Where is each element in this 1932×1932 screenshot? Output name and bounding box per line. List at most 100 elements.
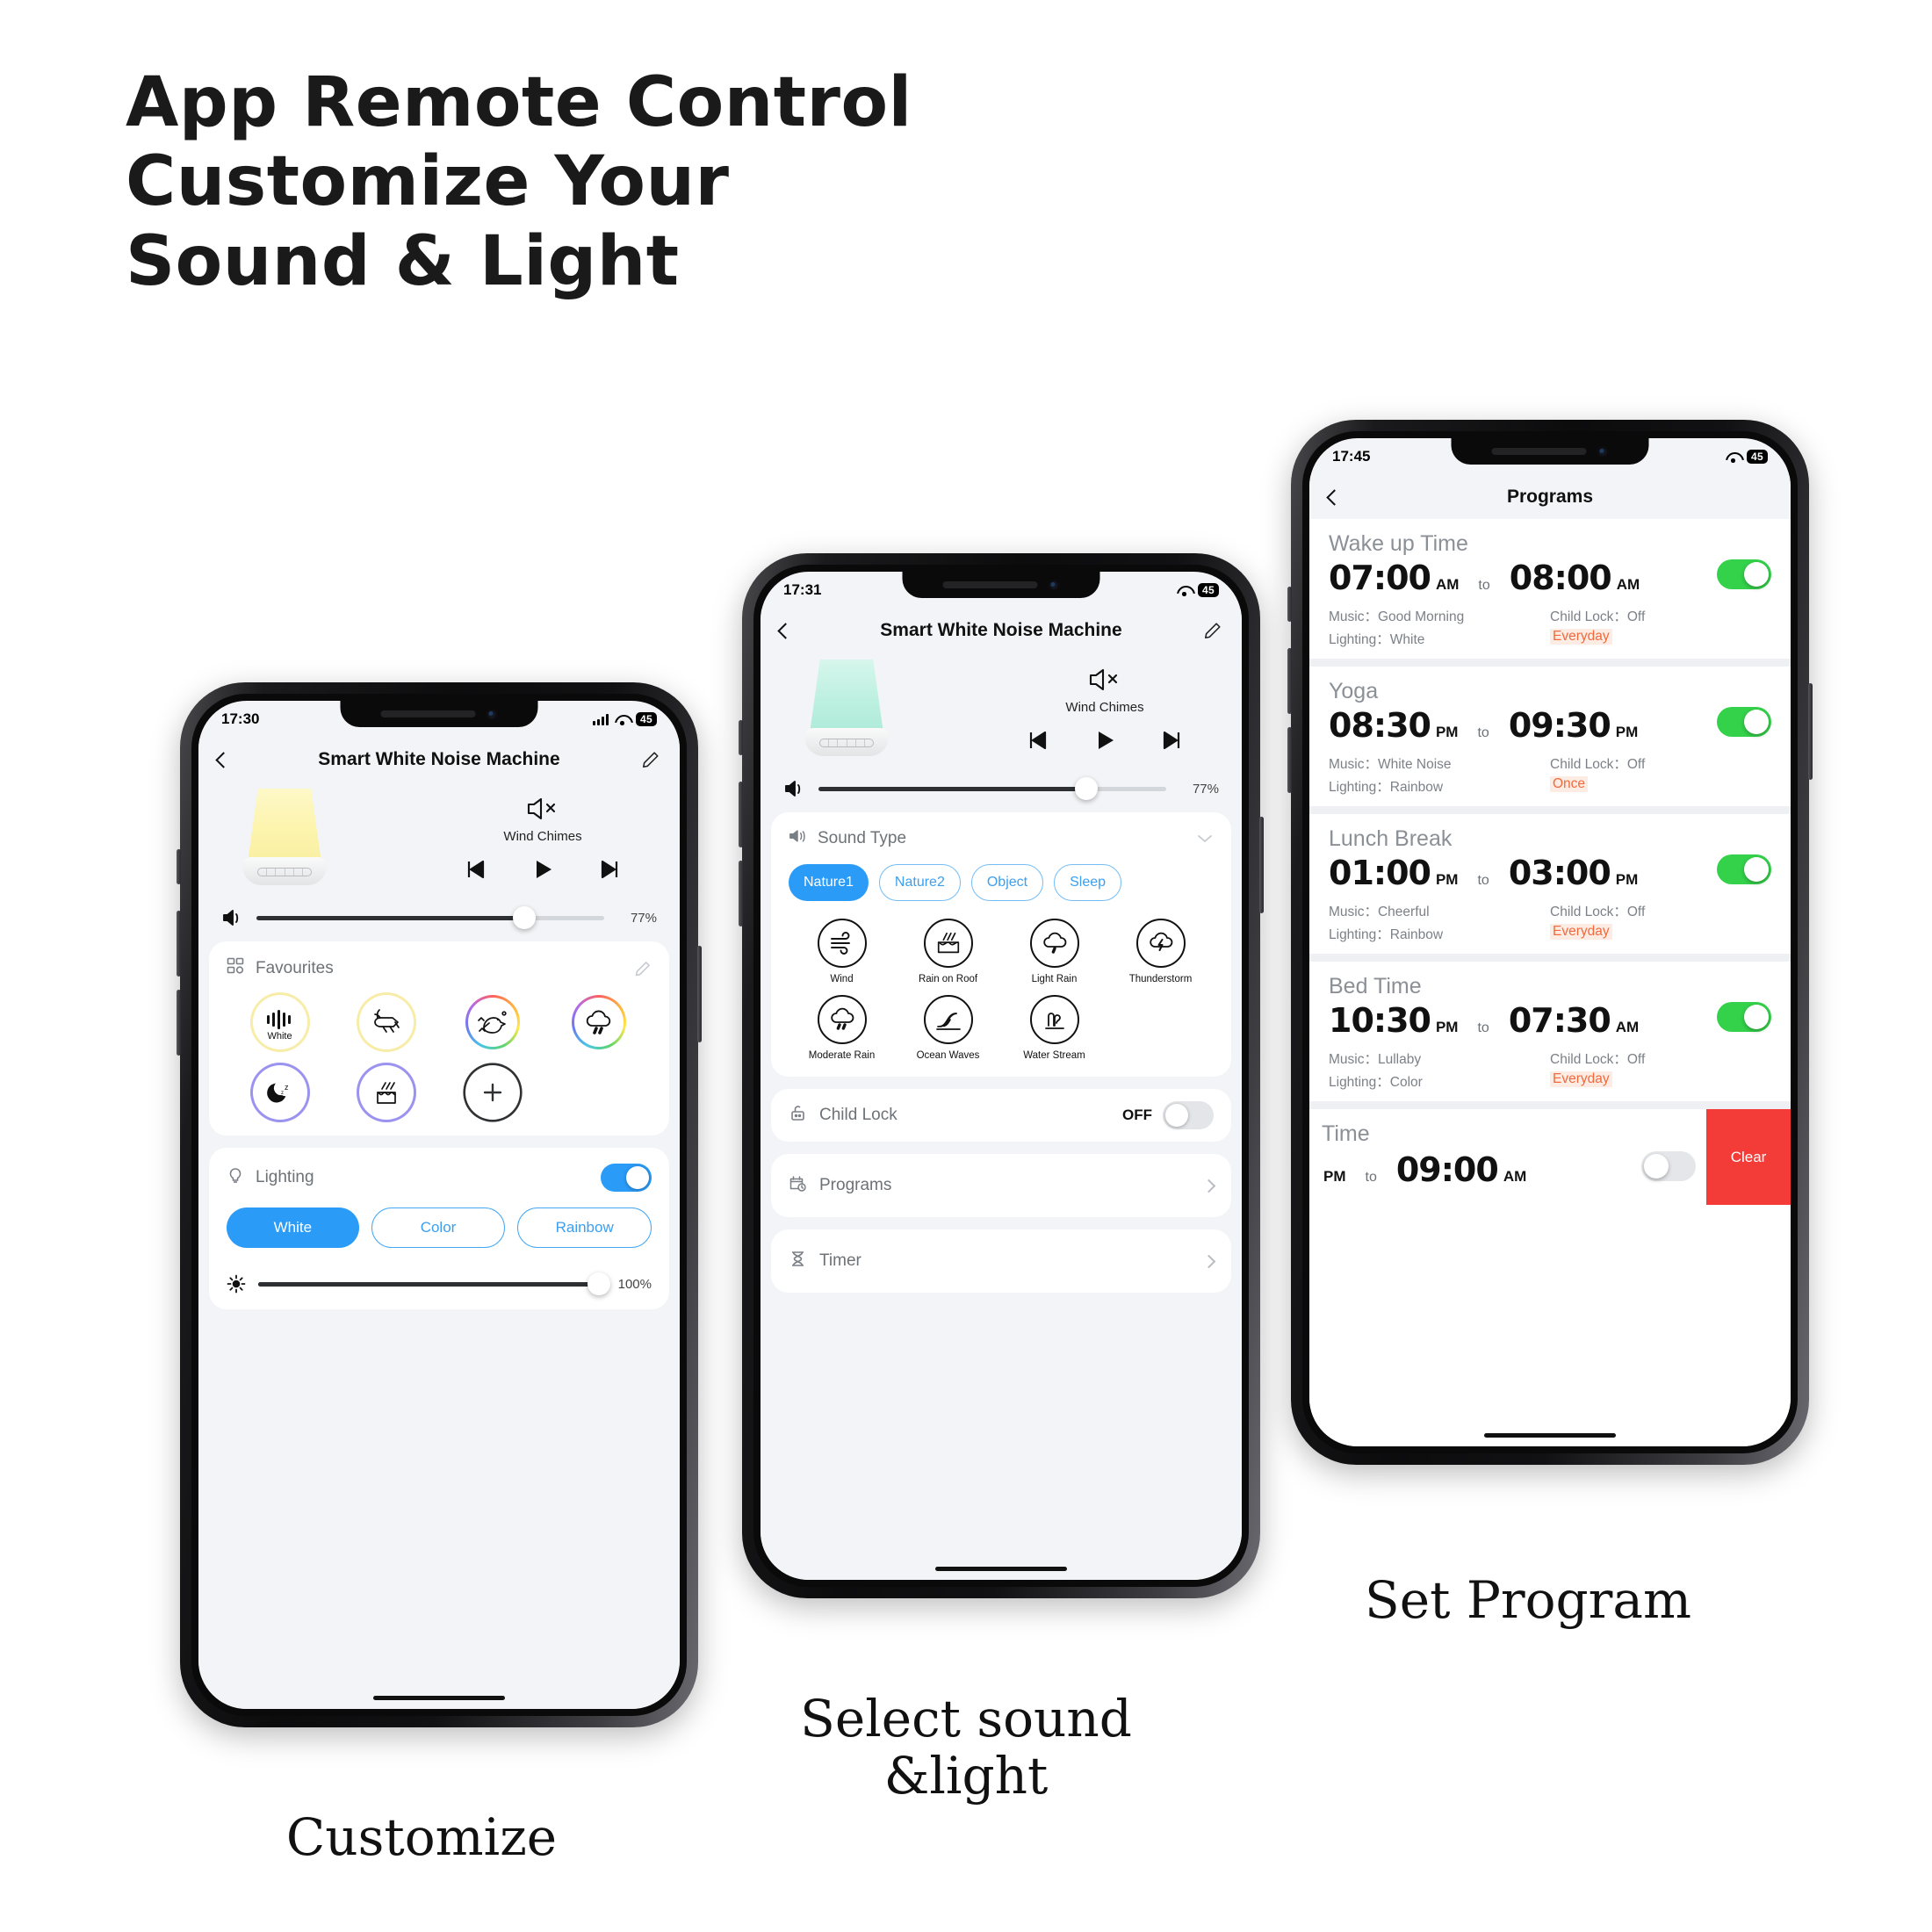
program-end-time[interactable]: 08:00 [1510,559,1612,597]
tab-nature2[interactable]: Nature2 [878,864,961,901]
caption-select-sound-light: Select sound &light [755,1690,1177,1805]
home-indicator [373,1696,505,1700]
pencil-icon[interactable] [641,750,660,769]
program-child-lock: Child Lock：Off [1550,757,1646,772]
sound-label: Thunderstorm [1128,974,1193,984]
program-toggle[interactable] [1717,854,1771,884]
play-icon[interactable] [1092,727,1118,753]
program-end-time[interactable]: 09:30 [1509,706,1611,745]
brightness-slider[interactable] [258,1272,610,1295]
svg-text:z: z [285,1083,289,1092]
program-repeat: Everyday [1550,924,1612,940]
program-toggle[interactable] [1717,1002,1771,1032]
program-name: Wake up Time [1329,531,1468,556]
phone1-player: Wind Chimes 77% [198,782,680,941]
moderate-rain-icon [817,995,867,1044]
lighting-mode-white[interactable]: White [227,1208,359,1248]
tab-sleep[interactable]: Sleep [1054,864,1122,901]
next-track-icon[interactable] [596,856,623,883]
sound-option-water-stream[interactable]: Water Stream [1001,995,1107,1061]
program-row-swiped[interactable]: Time PM to 09:00 AM Clear [1309,1101,1791,1205]
tab-nature1[interactable]: Nature1 [789,864,869,901]
sound-option-rain-on-roof[interactable]: Rain on Roof [895,919,1001,984]
phone3-volume-up [1287,648,1292,714]
lighting-toggle[interactable] [601,1164,652,1192]
calendar-clock-icon [789,1174,807,1197]
program-music: Music：Lullaby [1329,1052,1422,1067]
back-chevron-icon[interactable] [1326,488,1343,506]
lighting-mode-color[interactable]: Color [371,1208,506,1248]
program-end-time[interactable]: 03:00 [1509,854,1611,892]
child-lock-toggle[interactable] [1163,1101,1214,1129]
sound-option-wind[interactable]: Wind [789,919,895,984]
favourites-edit-icon[interactable] [634,960,652,977]
previous-track-icon[interactable] [1025,727,1051,753]
program-end-time[interactable]: 09:00 [1396,1150,1499,1189]
program-repeat: Everyday [1550,629,1612,645]
sound-option-ocean-waves[interactable]: Ocean Waves [895,995,1001,1061]
night-light-device-image [237,787,332,889]
play-icon[interactable] [530,856,556,883]
program-start-time[interactable]: 01:00 [1329,854,1431,892]
volume-slider[interactable] [818,777,1166,800]
speaker-mute-icon[interactable] [524,794,561,824]
tab-object[interactable]: Object [970,864,1044,901]
lighting-mode-rainbow[interactable]: Rainbow [517,1208,652,1248]
program-start-time[interactable]: 07:00 [1329,559,1431,597]
sound-option-thunderstorm[interactable]: Thunderstorm [1107,919,1214,984]
favourite-sleep[interactable]: z z [253,1065,307,1120]
program-lighting: Lighting：Rainbow [1329,780,1444,795]
back-chevron-icon[interactable] [777,622,794,639]
program-toggle[interactable] [1717,559,1771,589]
program-start-time[interactable]: 10:30 [1329,1001,1431,1040]
program-end-time[interactable]: 07:30 [1509,1001,1611,1040]
programs-label: Programs [819,1176,892,1194]
program-row[interactable]: Yoga 08:30 PM to 09:30 PM Music：White No… [1309,659,1791,806]
child-lock-card[interactable]: Child Lock OFF [771,1089,1231,1142]
back-chevron-icon[interactable] [215,751,232,768]
phone2-screen: 17:31 45 Smart White Noise Machine Wind … [761,572,1242,1580]
sound-type-title: Sound Type [818,828,907,847]
caption-customize: Customize [285,1807,558,1867]
program-start-time[interactable]: 08:30 [1329,706,1431,745]
sound-option-light-rain[interactable]: Light Rain [1001,919,1107,984]
program-row[interactable]: Wake up Time 07:00 AM to 08:00 AM Music：… [1309,519,1791,659]
programs-row[interactable]: Programs [771,1154,1231,1217]
program-music: Music：White Noise [1329,757,1452,772]
program-end-ampm: PM [1615,871,1639,888]
sound-label: Ocean Waves [916,1050,980,1061]
program-toggle[interactable] [1641,1151,1696,1181]
favourite-rain-cloud[interactable] [571,995,626,1049]
sound-label: Moderate Rain [808,1050,876,1061]
favourites-grid: White z z [227,995,652,1120]
phone3-mute-switch [1287,587,1292,622]
add-favourite-button[interactable] [465,1065,520,1120]
water-stream-icon [1029,995,1079,1044]
wifi-icon [1177,585,1192,596]
timer-row[interactable]: Timer [771,1229,1231,1293]
volume-slider[interactable] [256,906,604,929]
program-name: Yoga [1329,679,1379,703]
sound-option-moderate-rain[interactable]: Moderate Rain [789,995,895,1061]
phone1-nav-title: Smart White Noise Machine [318,749,560,769]
next-track-icon[interactable] [1158,727,1185,753]
speaker-mute-icon[interactable] [1086,665,1123,695]
ocean-waves-icon [923,995,973,1044]
favourite-white-noise[interactable]: White [253,995,307,1049]
previous-track-icon[interactable] [463,856,489,883]
clear-button[interactable]: Clear [1706,1109,1791,1205]
chevron-down-icon[interactable] [1196,830,1214,847]
lighting-modes: White Color Rainbow [227,1208,652,1248]
favourite-bird[interactable] [465,995,520,1049]
caption-line-1: Select sound [800,1689,1132,1748]
hourglass-icon [789,1250,807,1272]
pencil-icon[interactable] [1203,621,1222,640]
lock-icon [789,1104,807,1127]
favourite-rain-on-roof[interactable] [359,1065,414,1120]
program-row[interactable]: Lunch Break 01:00 PM to 03:00 PM Music：C… [1309,806,1791,954]
program-toggle[interactable] [1717,707,1771,737]
program-row[interactable]: Bed Time 10:30 PM to 07:30 AM Music：Lull… [1309,954,1791,1101]
signal-bars-icon [593,713,609,725]
phone1-power-button [697,946,702,1042]
favourite-cricket[interactable] [359,995,414,1049]
